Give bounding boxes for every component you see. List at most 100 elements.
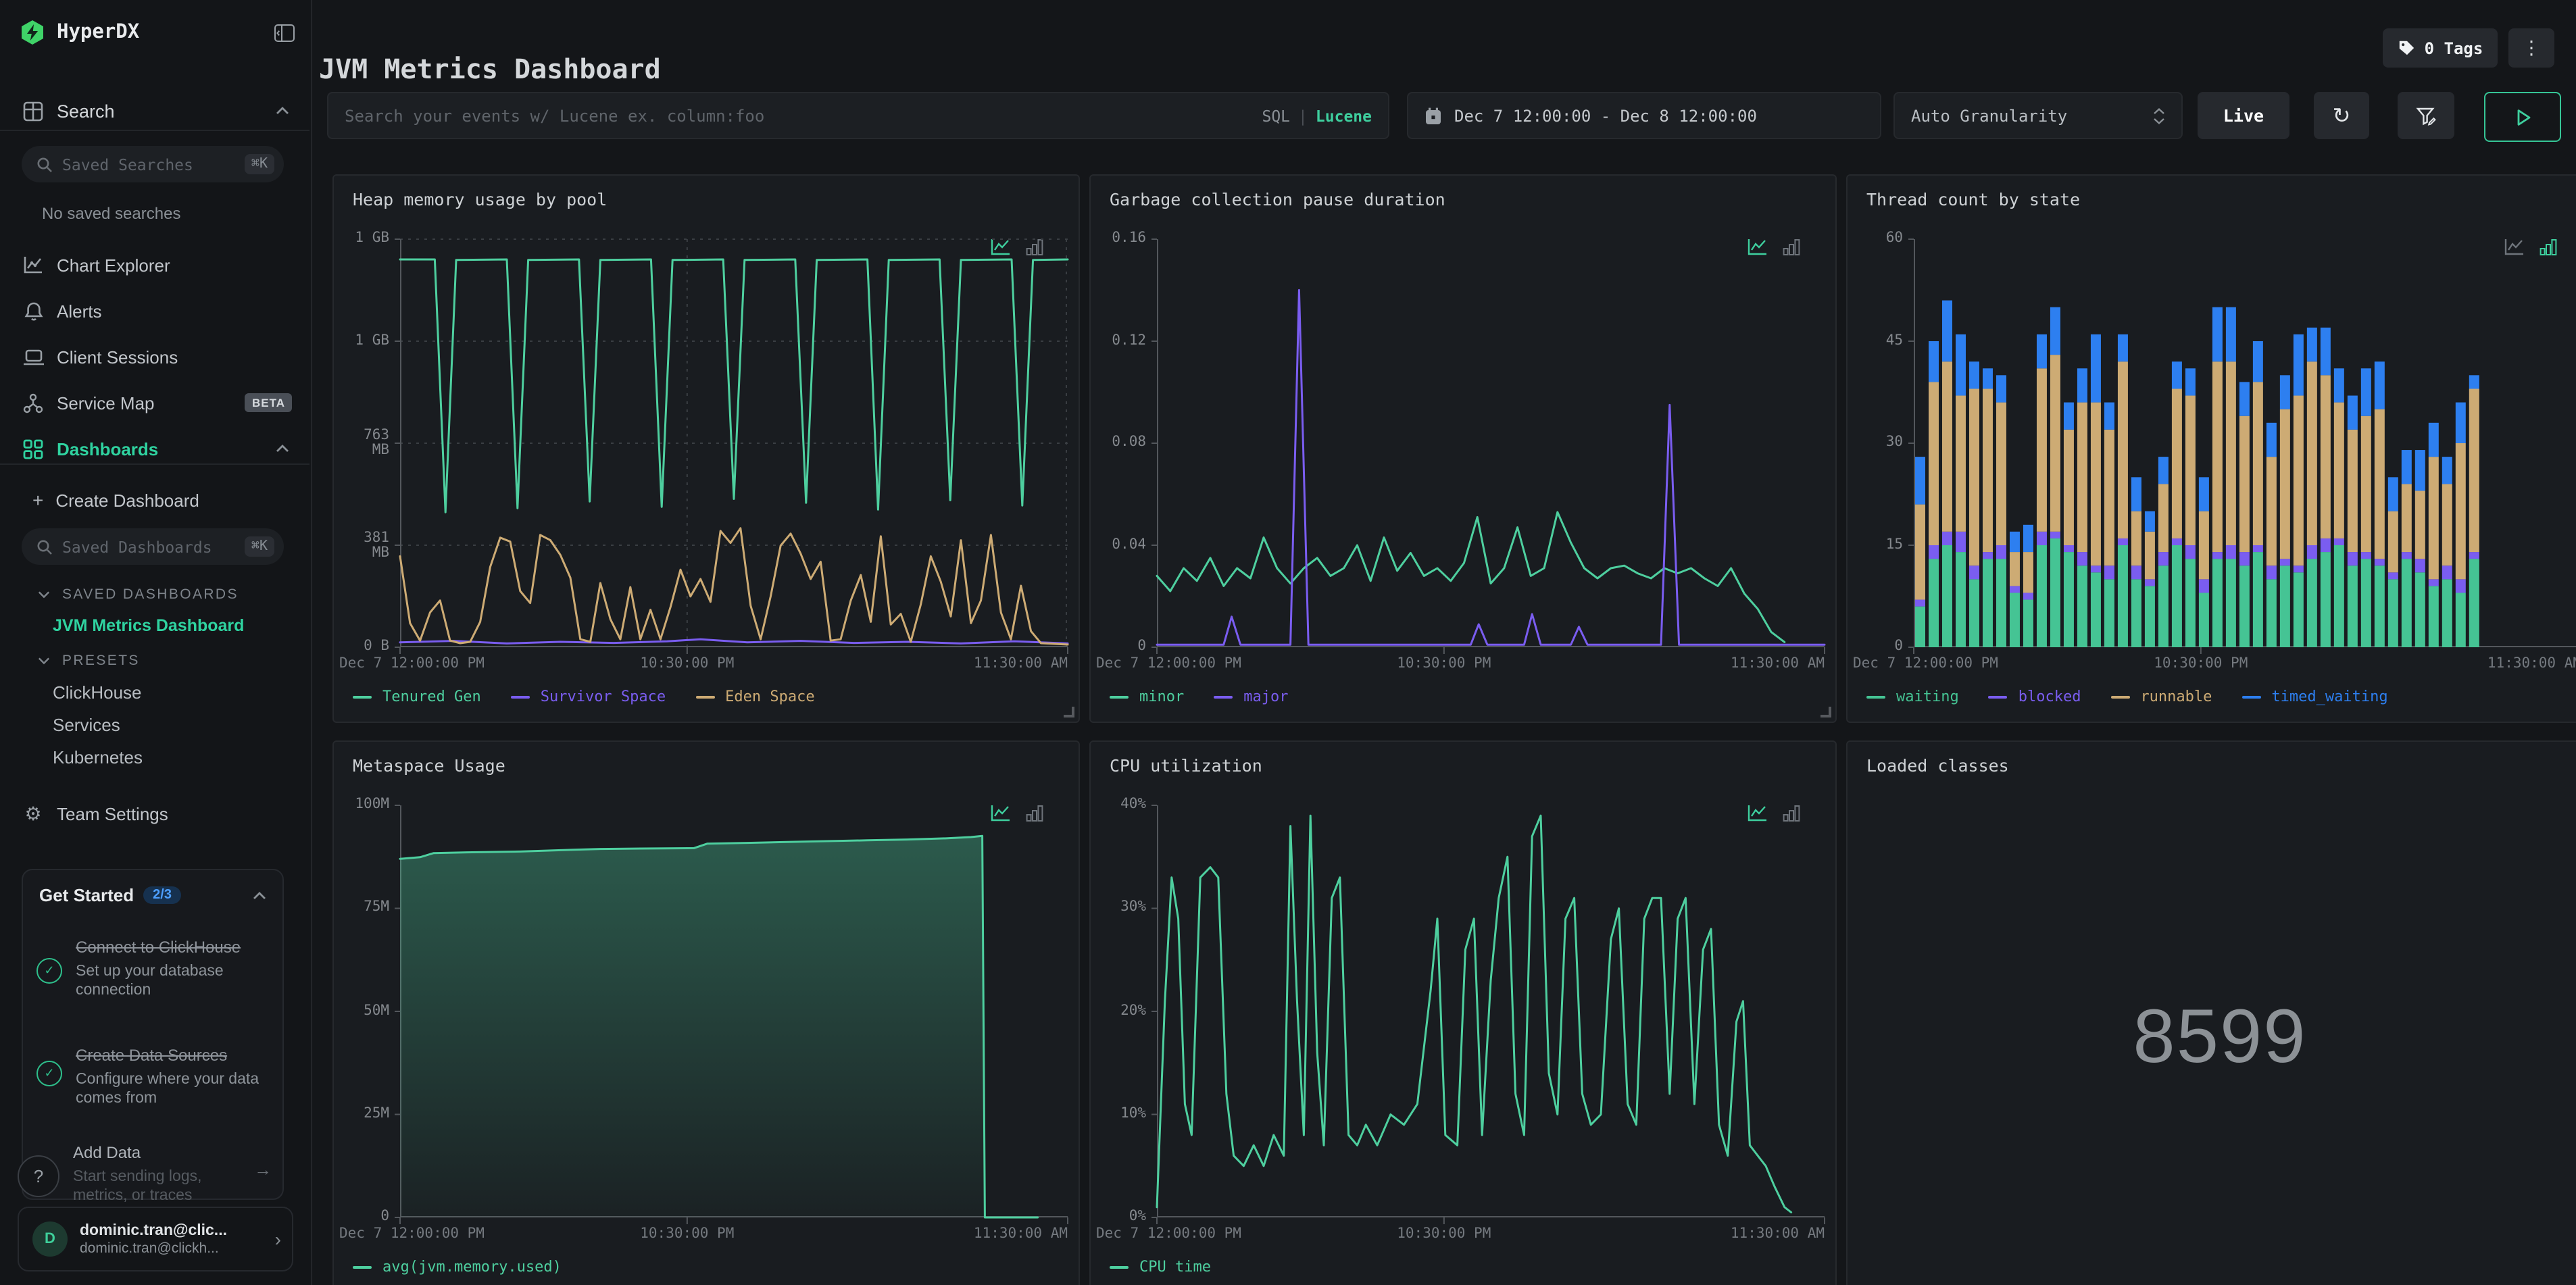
more-options-button[interactable]: ⋮ (2508, 28, 2554, 68)
y-axis-label: 30 (1885, 434, 1903, 450)
lucene-toggle[interactable]: Lucene (1316, 106, 1372, 125)
sidebar-item-services[interactable]: Services (53, 715, 120, 735)
get-started-step-add-data[interactable]: Add Data Start sending logs, metrics, or… (36, 1140, 272, 1205)
check-circle-icon: ✓ (36, 958, 62, 984)
granularity-select[interactable]: Auto Granularity (1893, 92, 2183, 139)
x-axis-label: 10:30:00 PM (1397, 655, 1491, 672)
sidebar-item-jvm-metrics-dashboard[interactable]: JVM Metrics Dashboard (53, 616, 244, 635)
legend-label: avg(jvm.memory.used) (382, 1258, 562, 1276)
legend-swatch (695, 695, 715, 698)
sidebar-item-dashboards[interactable]: Dashboards (0, 432, 311, 465)
legend-label: Survivor Space (540, 688, 666, 705)
x-axis: Dec 7 12:00:00 PM 10:30:00 PM 11:30:00 AM (339, 655, 1068, 674)
search-placeholder: Search your events w/ Lucene ex. column:… (345, 106, 765, 125)
legend-item[interactable]: blocked (1988, 688, 2081, 705)
y-axis-label: 100M (355, 796, 389, 812)
chart-canvas (1151, 805, 1825, 1224)
legend-item[interactable]: Survivor Space (510, 688, 666, 705)
legend-swatch (1110, 695, 1129, 698)
sidebar-item-team-settings[interactable]: ⚙ Team Settings (0, 797, 311, 830)
sidebar-item-search[interactable]: Search (0, 95, 311, 127)
group-presets[interactable]: PRESETS (38, 653, 140, 669)
y-axis-label: 1 GB (355, 230, 389, 246)
panel-title: Loaded classes (1866, 755, 2009, 776)
app-root: HyperDX Search Saved Searches ⌘K No save… (0, 0, 2576, 1285)
chevron-up-icon[interactable] (253, 891, 266, 899)
legend-label: timed_waiting (2271, 688, 2388, 705)
refresh-button[interactable]: ↻ (2314, 92, 2369, 139)
legend-swatch (510, 695, 530, 698)
legend-item[interactable]: avg(jvm.memory.used) (353, 1258, 562, 1276)
y-axis-label: 0 (1137, 638, 1146, 654)
user-menu[interactable]: D dominic.tran@clic... dominic.tran@clic… (18, 1207, 293, 1271)
legend-swatch (353, 695, 372, 698)
y-axis-label: 0.16 (1112, 230, 1146, 246)
legend-item[interactable]: timed_waiting (2241, 688, 2388, 705)
dashboards-icon (22, 438, 45, 459)
x-axis-label: 11:30:00 AM (1730, 1226, 1825, 1242)
help-button[interactable]: ? (18, 1155, 59, 1197)
y-axis-label: 0.04 (1112, 536, 1146, 552)
saved-searches-input[interactable]: Saved Searches ⌘K (22, 146, 284, 182)
chart-legend: waiting blocked runnable timed_waiting (1866, 688, 2388, 705)
chevron-down-icon (38, 591, 50, 599)
legend-swatch (353, 1265, 372, 1268)
filter-button[interactable] (2398, 92, 2454, 139)
get-started-step-sources[interactable]: ✓ Create Data Sources Configure where yo… (36, 1043, 272, 1108)
live-button[interactable]: Live (2198, 92, 2289, 139)
sidebar-item-alerts[interactable]: Alerts (0, 295, 311, 327)
time-range-picker[interactable]: Dec 7 12:00:00 - Dec 8 12:00:00 (1407, 92, 1881, 139)
x-axis: Dec 7 12:00:00 PM 10:30:00 PM 11:30:00 AM (1096, 1226, 1825, 1244)
legend-swatch (2110, 695, 2130, 698)
legend-item[interactable]: Eden Space (695, 688, 815, 705)
legend-item[interactable]: CPU time (1110, 1258, 1211, 1276)
y-axis-label: 763 MB (364, 427, 389, 458)
sidebar-item-kubernetes[interactable]: Kubernetes (53, 747, 143, 767)
sql-toggle[interactable]: SQL (1262, 106, 1290, 125)
collapse-sidebar-icon[interactable] (274, 24, 295, 41)
chart-plot[interactable] (1908, 238, 2576, 654)
time-range-value: Dec 7 12:00:00 - Dec 8 12:00:00 (1454, 106, 1757, 125)
x-axis-label: Dec 7 12:00:00 PM (1096, 1226, 1241, 1242)
resize-handle[interactable] (1820, 707, 1831, 717)
chart-plot[interactable] (395, 238, 1069, 654)
panel-heap-memory-usage: Heap memory usage by pool Dec 7 12:00:00… (332, 174, 1080, 723)
chart-canvas (395, 805, 1068, 1224)
legend-item[interactable]: waiting (1866, 688, 1959, 705)
x-axis: Dec 7 12:00:00 PM 10:30:00 PM 11:30:00 AM (1096, 655, 1825, 674)
y-axis-label: 1 GB (355, 332, 389, 348)
laptop-icon (22, 348, 45, 366)
sidebar-item-client-sessions[interactable]: Client Sessions (0, 341, 311, 373)
granularity-value: Auto Granularity (1911, 106, 2068, 125)
brand-name: HyperDX (57, 22, 140, 43)
legend-item[interactable]: major (1214, 688, 1289, 705)
chart-plot[interactable] (395, 805, 1068, 1224)
get-started-step-connect[interactable]: ✓ Connect to ClickHouse Set up your data… (36, 935, 272, 1000)
run-query-button[interactable] (2484, 92, 2561, 142)
legend-item[interactable]: runnable (2110, 688, 2212, 705)
x-axis-label: 11:30:00 AM (1730, 655, 1825, 672)
resize-handle[interactable] (1064, 707, 1074, 717)
chart-plot[interactable] (1151, 805, 1825, 1224)
sidebar-item-chart-explorer[interactable]: Chart Explorer (0, 249, 311, 281)
legend-item[interactable]: Tenured Gen (353, 688, 481, 705)
legend-item[interactable]: minor (1110, 688, 1184, 705)
y-axis-label: 60 (1885, 230, 1903, 246)
sidebar: HyperDX Search Saved Searches ⌘K No save… (0, 0, 312, 1285)
help-icon: ? (33, 1166, 44, 1186)
saved-dashboards-input[interactable]: Saved Dashboards ⌘K (22, 528, 284, 565)
create-dashboard-button[interactable]: + Create Dashboard (0, 484, 311, 516)
event-search-input[interactable]: Search your events w/ Lucene ex. column:… (327, 92, 1389, 139)
legend-label: minor (1139, 688, 1185, 705)
x-axis-label: 10:30:00 PM (640, 655, 735, 672)
get-started-card: Get Started 2/3 ✓ Connect to ClickHouse … (22, 869, 284, 1204)
chevron-up-icon (276, 445, 289, 453)
legend-label: CPU time (1139, 1258, 1211, 1276)
sidebar-item-service-map[interactable]: Service Map BETA (0, 386, 311, 419)
loaded-classes-value: 8599 (2133, 993, 2307, 1078)
chart-plot[interactable] (1151, 238, 1826, 654)
x-axis-label: Dec 7 12:00:00 PM (339, 655, 485, 672)
sidebar-item-clickhouse[interactable]: ClickHouse (53, 682, 142, 703)
tags-button[interactable]: 0 Tags (2383, 28, 2498, 68)
group-saved-dashboards[interactable]: SAVED DASHBOARDS (38, 586, 239, 603)
